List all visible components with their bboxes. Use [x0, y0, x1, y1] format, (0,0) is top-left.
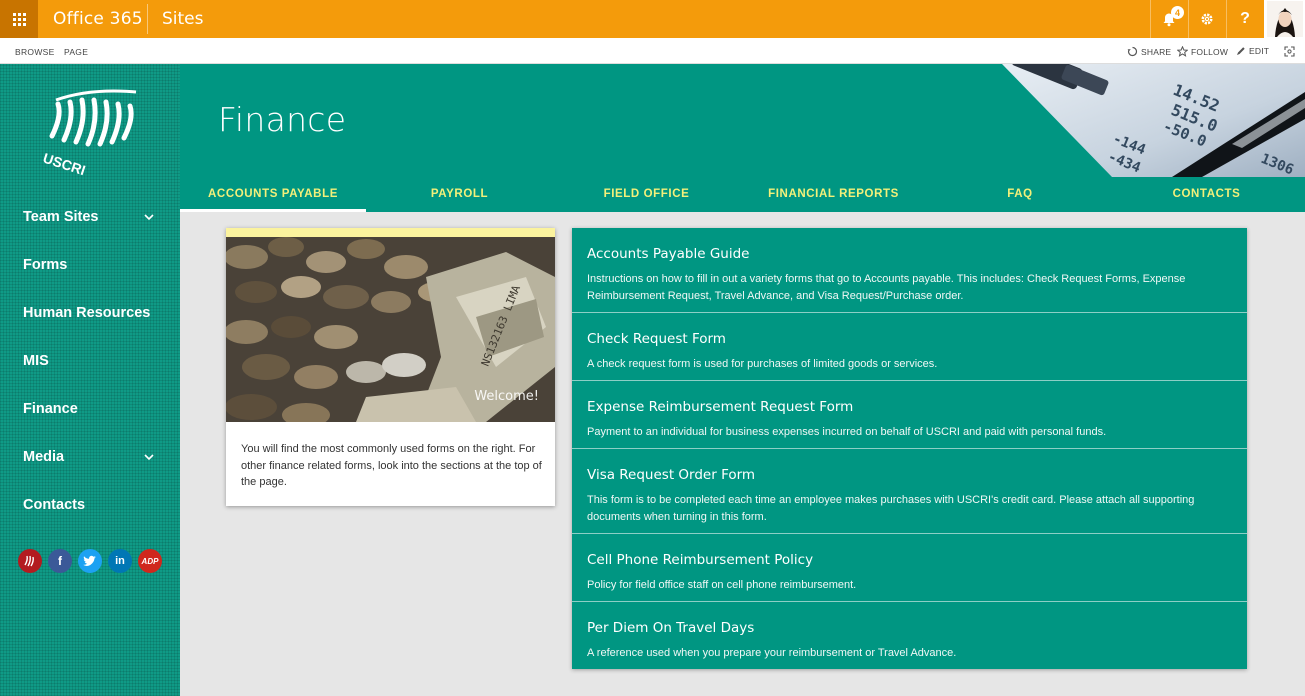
follow-button[interactable]: FOLLOW	[1177, 46, 1228, 57]
avatar-icon	[1266, 1, 1303, 37]
form-description: This form is to be completed each time a…	[587, 494, 1195, 523]
uscri-social-icon[interactable]	[18, 549, 42, 573]
help-button[interactable]: ?	[1226, 0, 1263, 38]
edit-button[interactable]: EDIT	[1236, 46, 1269, 56]
nav-item-human-resources[interactable]: Human Resources	[23, 305, 150, 321]
user-avatar[interactable]	[1264, 0, 1305, 38]
nav-item-contacts[interactable]: Contacts	[23, 497, 85, 513]
form-title-cell-phone-reimbursement[interactable]: Cell Phone Reimbursement Policy	[587, 552, 813, 568]
welcome-description: You will find the most commonly used for…	[241, 443, 542, 488]
form-description: Policy for field office staff on cell ph…	[587, 579, 857, 591]
list-item[interactable]: Visa Request Order Form This form is to …	[572, 449, 1247, 534]
welcome-card: NS132163 LIMA Welcome! You will find the…	[226, 228, 555, 506]
form-description: Payment to an individual for business ex…	[587, 426, 1107, 438]
logo-text: USCRI	[41, 150, 87, 176]
share-button[interactable]: SHARE	[1127, 46, 1171, 57]
twitter-icon[interactable]	[78, 549, 102, 573]
linkedin-icon[interactable]: in	[108, 549, 132, 573]
settings-button[interactable]	[1188, 0, 1225, 38]
uscri-logo-graphic: USCRI	[41, 89, 137, 178]
app-launcher-button[interactable]	[0, 0, 38, 38]
ribbon-bar: BROWSE PAGE SHARE FOLLOW EDIT	[0, 38, 1305, 64]
office365-brand-link[interactable]: Office 365	[53, 9, 143, 29]
site-header: Finance 14.52 515.0 -50.0 -144 -434 1306	[180, 64, 1305, 212]
coins-and-money-image: NS132163 LIMA Welcome!	[226, 237, 555, 422]
form-title-accounts-payable-guide[interactable]: Accounts Payable Guide	[587, 246, 749, 262]
list-item[interactable]: Accounts Payable Guide Instructions on h…	[572, 228, 1247, 313]
follow-label: FOLLOW	[1191, 46, 1229, 57]
list-item[interactable]: Check Request Form A check request form …	[572, 313, 1247, 381]
tab-field-office[interactable]: FIELD OFFICE	[553, 188, 740, 200]
tab-contacts[interactable]: CONTACTS	[1113, 188, 1300, 200]
calculator-photo: 14.52 515.0 -50.0 -144 -434 1306	[1002, 64, 1305, 178]
form-description: A check request form is used for purchas…	[587, 358, 938, 370]
facebook-icon[interactable]: f	[48, 549, 72, 573]
chevron-down-icon[interactable]	[144, 212, 154, 224]
edit-label: EDIT	[1249, 46, 1270, 56]
star-icon	[1177, 46, 1188, 57]
ribbon-tab-browse[interactable]: BROWSE	[15, 47, 55, 57]
form-description: Instructions on how to fill in out a var…	[587, 273, 1186, 302]
fullscreen-icon	[1284, 46, 1295, 57]
sites-link[interactable]: Sites	[162, 9, 204, 29]
nav-item-media[interactable]: Media	[23, 449, 64, 465]
form-description: A reference used when you prepare your r…	[587, 647, 957, 659]
welcome-accent-strip	[226, 228, 555, 237]
form-title-per-diem[interactable]: Per Diem On Travel Days	[587, 620, 754, 636]
form-title-check-request[interactable]: Check Request Form	[587, 331, 726, 347]
forms-list: Accounts Payable Guide Instructions on h…	[572, 228, 1247, 669]
focus-content-button[interactable]	[1284, 46, 1295, 57]
form-title-expense-reimbursement[interactable]: Expense Reimbursement Request Form	[587, 399, 853, 415]
share-icon	[1127, 46, 1138, 57]
ribbon-tab-page[interactable]: PAGE	[64, 47, 88, 57]
suite-bar: Office 365 Sites 4 ?	[0, 0, 1305, 38]
waffle-icon	[12, 12, 26, 26]
left-navigation: USCRI Team Sites Forms Human Resources M…	[0, 64, 180, 696]
notification-count-badge: 4	[1171, 6, 1184, 19]
nav-item-mis[interactable]: MIS	[23, 353, 49, 369]
list-item[interactable]: Cell Phone Reimbursement Policy Policy f…	[572, 534, 1247, 602]
notifications-button[interactable]: 4	[1150, 0, 1187, 38]
uscri-logo[interactable]: USCRI	[38, 86, 148, 181]
suitebar-divider	[147, 4, 148, 34]
list-item[interactable]: Expense Reimbursement Request Form Payme…	[572, 381, 1247, 449]
welcome-image-label: Welcome!	[474, 389, 539, 404]
nav-item-forms[interactable]: Forms	[23, 257, 67, 273]
tab-faq[interactable]: FAQ	[927, 188, 1113, 200]
pencil-icon	[1237, 47, 1245, 55]
gear-icon	[1201, 13, 1213, 25]
active-tab-indicator	[180, 209, 366, 212]
top-navigation: ACCOUNTS PAYABLE PAYROLL FIELD OFFICE FI…	[180, 177, 1305, 212]
nav-item-finance[interactable]: Finance	[23, 401, 78, 417]
tab-payroll[interactable]: PAYROLL	[366, 188, 553, 200]
tab-accounts-payable[interactable]: ACCOUNTS PAYABLE	[180, 188, 366, 200]
nav-item-team-sites[interactable]: Team Sites	[23, 209, 99, 225]
list-item[interactable]: Per Diem On Travel Days A reference used…	[572, 602, 1247, 669]
form-title-visa-request-order[interactable]: Visa Request Order Form	[587, 467, 755, 483]
tab-financial-reports[interactable]: FINANCIAL REPORTS	[740, 188, 927, 200]
share-label: SHARE	[1141, 46, 1172, 57]
adp-icon[interactable]: ADP	[138, 549, 162, 573]
chevron-down-icon[interactable]	[144, 452, 154, 464]
help-icon: ?	[1240, 10, 1250, 27]
page-title[interactable]: Finance	[218, 100, 346, 139]
